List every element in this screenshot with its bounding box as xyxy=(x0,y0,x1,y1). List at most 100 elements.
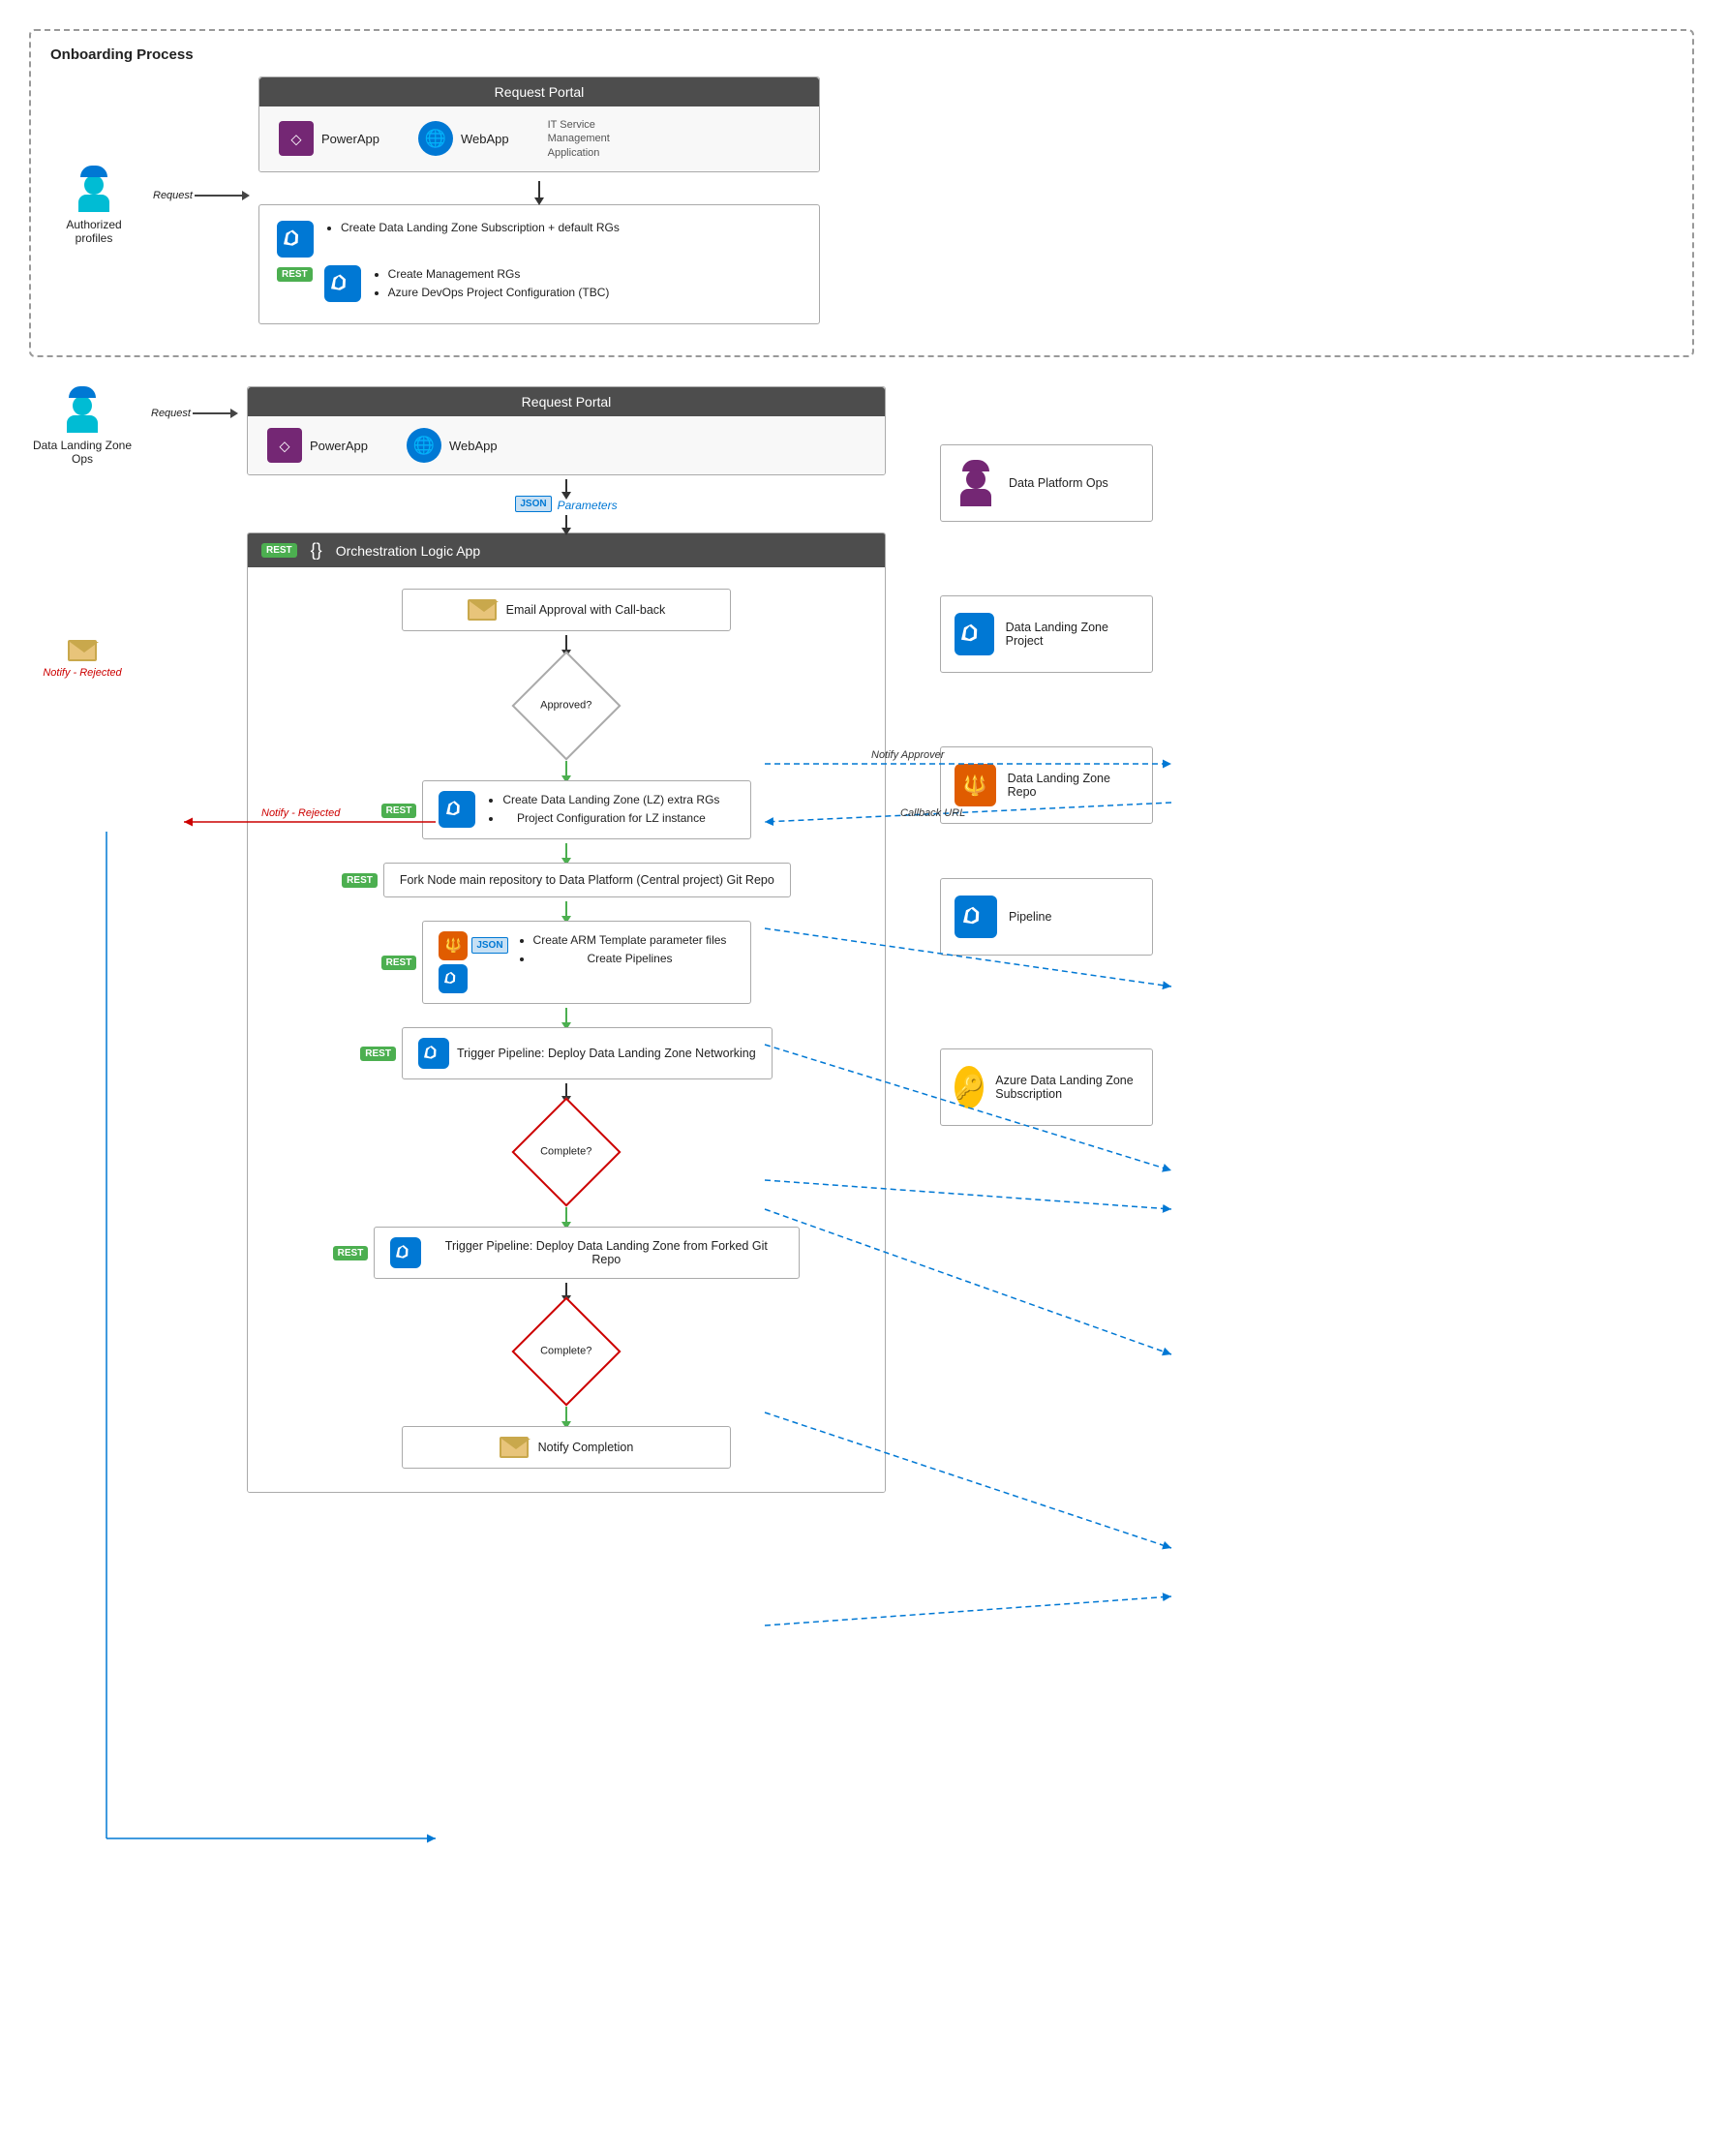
request-portal-box-1: Request Portal ⬦ PowerApp 🌐 W xyxy=(258,76,820,172)
rest-badge-4: REST xyxy=(381,956,417,970)
data-lz-project-icon xyxy=(955,613,994,655)
azure-devops-icon-step2 xyxy=(324,265,361,302)
rest-badge-3: REST xyxy=(342,873,378,888)
step2-row: REST Create Management RGs Azure DevOps … xyxy=(277,265,802,302)
arrow-down-1 xyxy=(258,181,820,198)
arrow-down-green-4 xyxy=(565,1008,567,1023)
svg-text:⬦: ⬦ xyxy=(290,132,302,148)
rest-badge-5: REST xyxy=(360,1047,396,1061)
trigger-forked-row: REST Trigger Pipeline: Deploy Data Landi… xyxy=(261,1227,871,1279)
onboarding-section: Onboarding Process Authorized profiles R… xyxy=(29,29,1694,357)
center-flow-col: Request Portal ⬦ PowerApp 🌐 WebApp xyxy=(247,386,886,1492)
webapp-label-2: WebApp xyxy=(449,439,498,453)
hardhat-body xyxy=(78,195,109,212)
powerapp-icon-2: ⬦ xyxy=(267,428,302,463)
request-label-2: Request xyxy=(151,408,191,419)
data-lz-project-entity: Data Landing Zone Project xyxy=(940,595,1153,673)
left-actors-col: Data Landing Zone Ops Notify - Rejected xyxy=(29,386,136,679)
data-lz-repo-icon: 🔱 xyxy=(955,764,996,806)
trigger-network-content: Trigger Pipeline: Deploy Data Landing Zo… xyxy=(418,1038,756,1069)
powerapp-label-2: PowerApp xyxy=(310,439,368,453)
authorized-profiles-actor: Authorized profiles xyxy=(50,156,137,245)
notify-completion-row: Notify Completion xyxy=(418,1437,714,1458)
notify-rejected-section: Notify - Rejected xyxy=(29,640,136,679)
logic-app-icon: {} xyxy=(311,540,322,561)
trigger-network-box: Trigger Pipeline: Deploy Data Landing Zo… xyxy=(402,1027,773,1079)
powerapp-icon-1: ⬦ xyxy=(279,121,314,156)
create-lz-content: Create Data Landing Zone (LZ) extra RGs … xyxy=(439,791,735,828)
arm-template-box: 🔱 JSON Create ARM Template parame xyxy=(422,921,751,1004)
orchestration-content: Email Approval with Call-back Approved? xyxy=(248,567,885,1491)
arrow-down-3 xyxy=(565,515,567,529)
hardhat-hat xyxy=(80,166,107,177)
trigger-network-label: Trigger Pipeline: Deploy Data Landing Zo… xyxy=(457,1047,756,1060)
create-lz-bullets: Create Data Landing Zone (LZ) extra RGs … xyxy=(485,791,719,828)
portal-header-2: Request Portal xyxy=(248,387,885,416)
create-lz-box: Create Data Landing Zone (LZ) extra RGs … xyxy=(422,780,751,838)
powerapp-label-1: PowerApp xyxy=(321,132,379,146)
arrow-down-green-2 xyxy=(565,843,567,859)
hardhat-face-2 xyxy=(73,396,92,415)
arrow-down-green-3 xyxy=(565,901,567,917)
devops-icon-trigger1 xyxy=(418,1038,449,1069)
arm-content: 🔱 JSON Create ARM Template parame xyxy=(439,931,735,993)
data-lz-ops-icon xyxy=(61,386,104,433)
svg-text:⬦: ⬦ xyxy=(279,439,290,455)
params-label: Parameters xyxy=(558,499,618,512)
key-icon: 🔑 xyxy=(955,1066,984,1108)
hardhat-face xyxy=(84,175,104,195)
trigger-forked-label: Trigger Pipeline: Deploy Data Landing Zo… xyxy=(429,1239,783,1266)
portal-header-1: Request Portal xyxy=(259,77,819,106)
azure-devops-icon-1 xyxy=(277,221,314,258)
arm-bullets: Create ARM Template parameter files Crea… xyxy=(516,931,727,968)
request-label-1: Request xyxy=(153,190,193,201)
complete2-diamond: Complete? xyxy=(511,1296,621,1406)
notify-completion-wrapper: Notify Completion xyxy=(261,1426,871,1469)
data-lz-ops-label: Data Landing Zone Ops xyxy=(29,439,136,466)
orchestration-title: Orchestration Logic App xyxy=(336,543,480,559)
arm-bullet-2: Create Pipelines xyxy=(533,950,727,968)
approved-diamond-wrapper: Approved? xyxy=(513,653,620,759)
arrow-line-1 xyxy=(195,195,243,197)
email-envelope-icon xyxy=(468,599,497,621)
step2-bullets: Create Management RGs Azure DevOps Proje… xyxy=(371,265,610,302)
arrow-down-5 xyxy=(565,1083,567,1097)
json-params-arrow: JSON Parameters xyxy=(515,479,617,529)
arrow-down-green-1 xyxy=(565,761,567,776)
complete1-diamond-wrapper: Complete? xyxy=(513,1099,620,1205)
approved-diamond: Approved? xyxy=(511,652,621,761)
trigger-forked-content: Trigger Pipeline: Deploy Data Landing Zo… xyxy=(390,1237,783,1268)
arrowhead-2 xyxy=(230,409,238,418)
notify-rejected-label: Notify - Rejected xyxy=(43,667,121,679)
pipeline-entity: Pipeline xyxy=(940,878,1153,956)
email-approval-box: Email Approval with Call-back xyxy=(402,589,731,631)
webapp-icon-2: 🌐 xyxy=(407,428,441,463)
hardhat-hat-2 xyxy=(69,386,96,398)
orchestration-header: REST {} Orchestration Logic App xyxy=(248,533,885,567)
data-lz-repo-entity: 🔱 Data Landing Zone Repo xyxy=(940,746,1153,824)
step2-bullet-1: Create Management RGs xyxy=(388,265,610,284)
orchestration-outer: REST {} Orchestration Logic App Email Ap… xyxy=(247,532,886,1492)
arrow-down-6 xyxy=(565,1283,567,1296)
data-platform-ops-entity: Data Platform Ops xyxy=(940,444,1153,522)
data-lz-ops-actor: Data Landing Zone Ops xyxy=(29,386,136,466)
azure-devops-icon-step1 xyxy=(277,221,314,258)
complete1-diamond: Complete? xyxy=(511,1097,621,1206)
rest-badge-6: REST xyxy=(333,1246,369,1260)
email-approval-row: Email Approval with Call-back xyxy=(418,599,714,621)
portal-content-2: ⬦ PowerApp 🌐 WebApp xyxy=(248,416,885,474)
section1-row: Authorized profiles Request Request Port… xyxy=(50,76,1673,324)
email-approval-wrapper: Email Approval with Call-back xyxy=(261,589,871,631)
azure-subscription-label: Azure Data Landing Zone Subscription xyxy=(995,1074,1138,1101)
trigger-network-row: REST Trigger Pipeline: Deploy Data Landi… xyxy=(261,1027,871,1079)
arm-template-row: REST 🔱 JSON xyxy=(261,921,871,1004)
fork-node-label: Fork Node main repository to Data Platfo… xyxy=(400,873,774,887)
main-container: Onboarding Process Authorized profiles R… xyxy=(29,29,1694,1493)
git-icon-arm: 🔱 xyxy=(439,931,468,960)
webapp-item-2: 🌐 WebApp xyxy=(407,428,498,463)
purple-face xyxy=(966,470,985,489)
trigger-forked-box: Trigger Pipeline: Deploy Data Landing Zo… xyxy=(374,1227,800,1279)
rest-badge-orch: REST xyxy=(261,543,297,558)
purple-body xyxy=(960,489,991,506)
rest-badge-1: REST xyxy=(277,267,313,282)
